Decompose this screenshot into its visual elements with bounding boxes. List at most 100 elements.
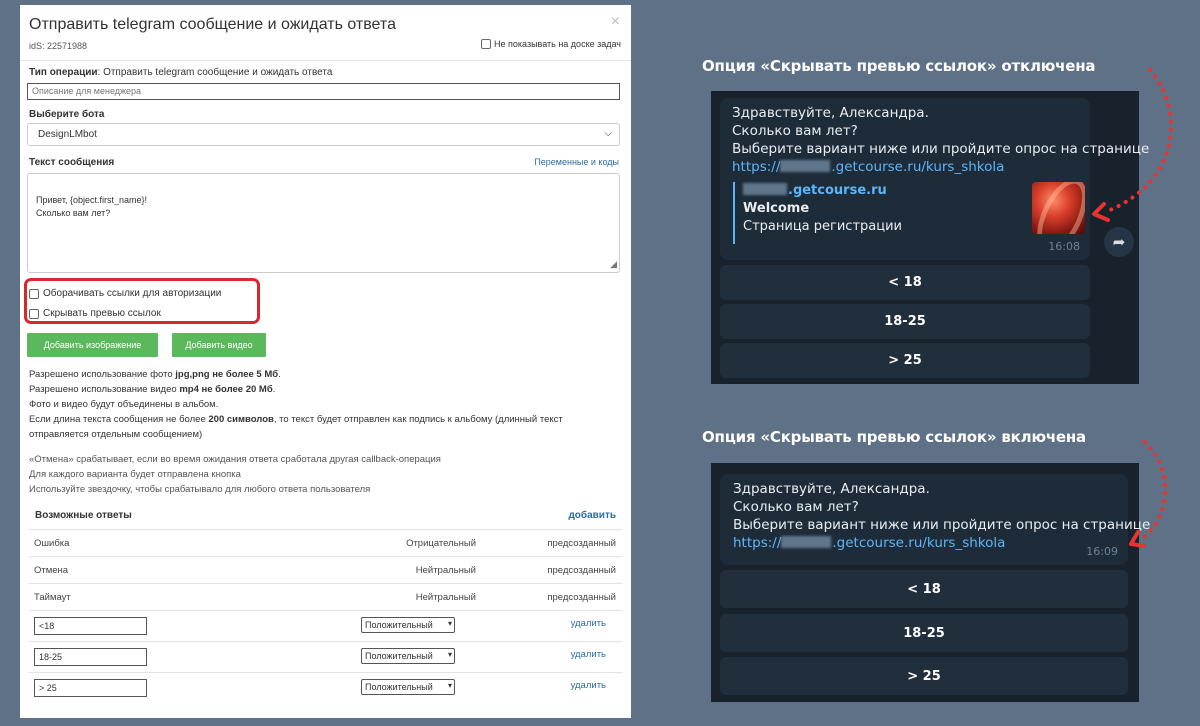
bot-select-value: DesignLMbot [38, 129, 97, 140]
delete-answer-link[interactable]: удалить [571, 618, 606, 629]
answer-value-input[interactable]: <18 [34, 617, 147, 635]
blurred-subdomain [743, 183, 787, 195]
answer-value-input[interactable]: > 25 [34, 679, 147, 697]
answers-info: «Отмена» срабатывает, если во время ожид… [29, 452, 619, 497]
operation-modal: Отправить telegram сообщение и ожидать о… [20, 5, 631, 718]
keyboard-button[interactable]: < 18 [720, 265, 1090, 300]
link-preview[interactable]: .getcourse.ru Welcome Страница регистрац… [733, 182, 1085, 244]
link-prefix: https:// [733, 535, 782, 551]
answer-value-input[interactable]: 18-25 [34, 648, 147, 666]
telegram-preview-off: Здравствуйте, Александра. Сколько вам ле… [711, 91, 1150, 384]
info-text: Фото и видео будут объединены в альбом. [29, 399, 219, 410]
keyboard-button[interactable]: < 18 [720, 570, 1128, 608]
info-text: Разрешено использование фото [29, 369, 176, 380]
operation-type-label: Тип операции [29, 67, 98, 78]
answer-origin: предсозданный [547, 565, 616, 576]
answer-type-select[interactable]: Положительный ▾ [361, 648, 455, 664]
divider [20, 60, 631, 61]
chevron-down-icon: ▾ [447, 650, 452, 659]
answer-type: Отрицательный [406, 538, 476, 549]
answers-title: Возможные ответы [35, 510, 132, 521]
blurred-subdomain [780, 160, 831, 172]
answer-origin: предсозданный [547, 538, 616, 549]
info-bold: jpg,png не более 5 Мб [175, 369, 279, 380]
link-suffix: .getcourse.ru/kurs_shkola [831, 159, 1005, 175]
message-line: Здравствуйте, Александра. [733, 481, 930, 497]
info-text: Для каждого варианта будет отправлена кн… [29, 469, 241, 480]
keyboard-button[interactable]: 18-25 [720, 304, 1090, 339]
preview-site-suffix: .getcourse.ru [788, 183, 887, 198]
info-text: отправляется отдельным сообщением) [29, 429, 203, 440]
answer-type-select[interactable]: Положительный ▾ [361, 679, 455, 695]
link-prefix: https:// [732, 159, 781, 175]
message-line: Сколько вам лет? [732, 123, 858, 139]
answer-origin: предсозданный [547, 592, 616, 603]
media-info: Разрешено использование фото jpg,png не … [29, 367, 619, 442]
resize-grip-icon[interactable]: ◢ [610, 258, 617, 271]
bot-label: Выберите бота [29, 109, 105, 120]
answer-type: Нейтральный [415, 565, 476, 576]
no-show-checkbox-row[interactable]: Не показывать на доске задач [481, 39, 621, 49]
answers-table: Ошибка Отрицательный предсозданный Отмен… [29, 529, 622, 703]
message-textarea[interactable]: Привет, {object.first_name}! Сколько вам… [27, 173, 620, 273]
info-text: Разрешено использование видео [29, 384, 180, 395]
message-line: Здравствуйте, Александра. [732, 105, 929, 121]
answer-name: Отмена [34, 565, 69, 576]
message-time: 16:08 [1048, 240, 1080, 253]
share-icon[interactable]: ➦ [1104, 227, 1134, 257]
variables-link[interactable]: Переменные и коды [534, 157, 619, 167]
table-row: Таймаут Нейтральный предсозданный [29, 583, 622, 610]
table-row: <18 Положительный ▾ удалить [29, 610, 622, 641]
keyboard-button[interactable]: > 25 [720, 657, 1128, 695]
info-bold: 200 символов [208, 414, 274, 425]
no-show-checkbox[interactable] [481, 39, 492, 49]
message-line: Выберите вариант ниже или пройдите опрос… [732, 141, 1150, 157]
heading-preview-off: Опция «Скрывать превью ссылок» отключена [702, 57, 1096, 75]
info-text: . [272, 384, 276, 395]
message-text: Привет, {object.first_name}! Сколько вам… [36, 195, 148, 218]
operation-id: idS: 22571988 [29, 41, 88, 51]
keyboard-button[interactable]: > 25 [720, 343, 1090, 378]
add-image-button[interactable]: Добавить изображение [27, 333, 158, 357]
answer-type-value: Положительный [365, 651, 433, 661]
answer-name: Ошибка [34, 538, 70, 549]
info-text: . [278, 369, 281, 380]
message-bubble: Здравствуйте, Александра. Сколько вам ле… [720, 98, 1150, 260]
keyboard-button[interactable]: 18-25 [720, 614, 1128, 652]
delete-answer-link[interactable]: удалить [571, 649, 606, 660]
message-bubble: Здравствуйте, Александра. Сколько вам ле… [720, 474, 1151, 565]
message-link[interactable]: https:// .getcourse.ru/kurs_shkola [733, 534, 1115, 552]
link-suffix: .getcourse.ru/kurs_shkola [832, 535, 1006, 551]
info-text: «Отмена» срабатывает, если во время ожид… [29, 454, 441, 465]
close-icon[interactable]: × [611, 13, 620, 31]
add-video-button[interactable]: Добавить видео [172, 333, 266, 357]
info-text: , то текст будет отправлен как подпись к… [273, 414, 563, 425]
operation-type: Тип операции: Отправить telegram сообщен… [29, 67, 332, 78]
preview-thumbnail [1032, 182, 1085, 234]
highlight-box [24, 278, 260, 324]
chevron-down-icon: ⌵ [604, 128, 612, 139]
message-line: Выберите вариант ниже или пройдите опрос… [733, 517, 1151, 533]
message-label: Текст сообщения [29, 157, 115, 168]
answer-type-select[interactable]: Положительный ▾ [361, 617, 455, 633]
table-row: Отмена Нейтральный предсозданный [29, 556, 622, 583]
heading-preview-on: Опция «Скрывать превью ссылок» включена [702, 428, 1086, 446]
table-row: > 25 Положительный ▾ удалить [29, 672, 622, 703]
info-text: Используйте звездочку, чтобы срабатывало… [29, 484, 371, 495]
chevron-down-icon: ▾ [447, 681, 452, 690]
info-bold: mp4 не более 20 Мб [179, 384, 273, 395]
no-show-label: Не показывать на доске задач [494, 39, 621, 49]
bot-select[interactable]: DesignLMbot ⌵ [27, 123, 620, 146]
modal-title: Отправить telegram сообщение и ожидать о… [29, 16, 396, 33]
add-answer-link[interactable]: добавить [568, 510, 616, 521]
table-row: Ошибка Отрицательный предсозданный [29, 529, 622, 556]
operation-type-value: : Отправить telegram сообщение и ожидать… [97, 67, 333, 78]
chevron-down-icon: ▾ [447, 619, 452, 628]
answer-type-value: Положительный [365, 682, 433, 692]
delete-answer-link[interactable]: удалить [571, 680, 606, 691]
manager-description-input[interactable]: Описание для менеджера [27, 83, 620, 100]
message-time: 16:09 [1086, 545, 1118, 558]
blurred-subdomain [781, 536, 832, 548]
answer-name: Таймаут [34, 592, 71, 603]
message-link[interactable]: https:// .getcourse.ru/kurs_shkola [732, 158, 1078, 176]
